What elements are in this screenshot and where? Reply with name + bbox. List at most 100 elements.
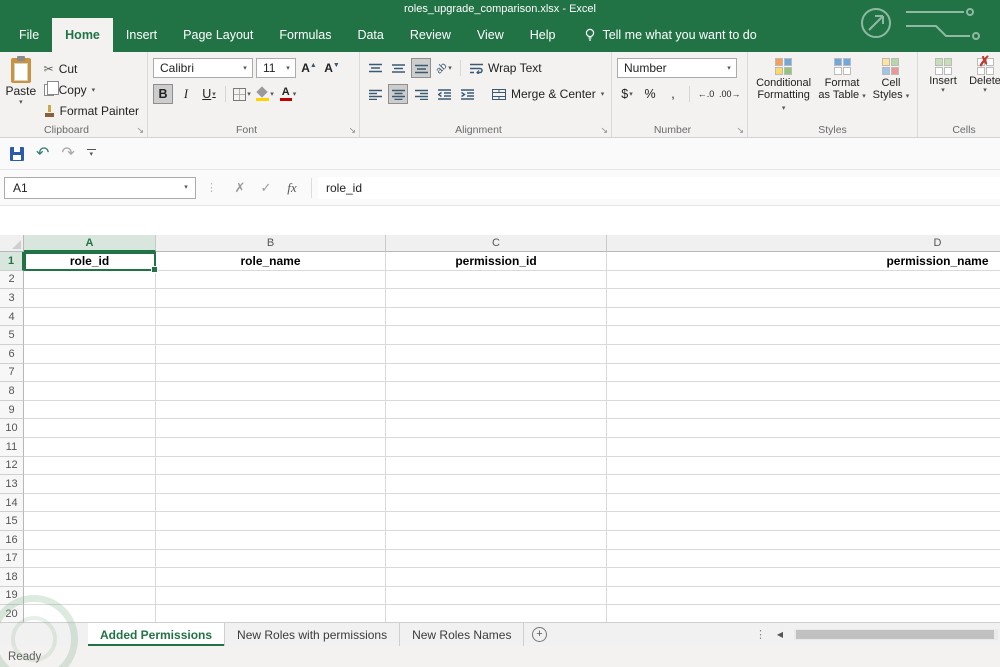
name-box-dropdown-icon[interactable]: ▾ — [177, 184, 195, 191]
cell-a16[interactable] — [24, 530, 156, 550]
row-header-6[interactable]: 6 — [0, 344, 24, 364]
conditional-formatting-button[interactable]: Conditional Formatting ▾ — [753, 55, 814, 122]
cell-a6[interactable] — [24, 344, 156, 364]
row-header-7[interactable]: 7 — [0, 363, 24, 383]
delete-cells-button[interactable]: ✗ Delete ▾ — [965, 54, 1000, 122]
cell-b11[interactable] — [156, 437, 386, 457]
name-box[interactable]: A1 ▾ — [4, 176, 196, 199]
cell-b7[interactable] — [156, 363, 386, 383]
cell-d1[interactable]: permission_name — [607, 252, 1000, 271]
row-header-19[interactable]: 19 — [0, 586, 24, 606]
formula-bar-drag-handle[interactable]: ⋮ — [206, 181, 217, 194]
ribbon-tab-view[interactable]: View — [464, 18, 517, 52]
accounting-format-button[interactable]: $ ▾ — [617, 84, 637, 104]
format-as-table-button[interactable]: Format as Table ▾ — [816, 55, 868, 122]
cell-d3[interactable] — [607, 289, 1000, 308]
ribbon-tab-formulas[interactable]: Formulas — [266, 18, 344, 52]
format-painter-button[interactable]: Format Painter — [41, 101, 142, 121]
row-header-16[interactable]: 16 — [0, 530, 24, 550]
cell-b16[interactable] — [156, 530, 386, 550]
cell-c20[interactable] — [386, 605, 607, 622]
cell-c13[interactable] — [386, 475, 607, 494]
cell-d13[interactable] — [607, 475, 1000, 494]
cell-a18[interactable] — [24, 568, 156, 587]
tell-me-box[interactable]: Tell me what you want to do — [584, 18, 757, 52]
font-dialog-launcher[interactable]: ↘ — [348, 126, 356, 135]
scrollbar-drag-handle[interactable]: ⋮ — [755, 628, 766, 641]
cell-c7[interactable] — [386, 363, 607, 383]
decrease-indent-button[interactable] — [434, 84, 454, 104]
cell-a2[interactable] — [24, 270, 156, 290]
cell-a19[interactable] — [24, 586, 156, 606]
align-left-button[interactable] — [365, 84, 385, 104]
horizontal-scrollbar[interactable] — [794, 629, 998, 640]
cell-a3[interactable] — [24, 289, 156, 308]
cell-a10[interactable] — [24, 419, 156, 438]
cell-b6[interactable] — [156, 344, 386, 364]
column-header-c[interactable]: C — [386, 235, 607, 252]
cell-c15[interactable] — [386, 512, 607, 531]
cell-b5[interactable] — [156, 326, 386, 345]
cell-b18[interactable] — [156, 568, 386, 587]
horizontal-scrollbar-thumb[interactable] — [796, 630, 994, 639]
cell-b9[interactable] — [156, 400, 386, 420]
ribbon-tab-page-layout[interactable]: Page Layout — [170, 18, 266, 52]
decrease-font-size-button[interactable]: A▼ — [322, 58, 342, 78]
sheet-tab-new-roles-names[interactable]: New Roles Names — [400, 623, 525, 646]
row-header-8[interactable]: 8 — [0, 382, 24, 401]
row-header-13[interactable]: 13 — [0, 475, 24, 494]
increase-indent-button[interactable] — [457, 84, 477, 104]
formula-input[interactable]: role_id — [318, 176, 1000, 199]
insert-function-button[interactable]: fx — [279, 180, 305, 196]
row-header-1[interactable]: 1 — [0, 252, 24, 271]
row-header-11[interactable]: 11 — [0, 437, 24, 457]
row-header-12[interactable]: 12 — [0, 456, 24, 476]
cell-b19[interactable] — [156, 586, 386, 606]
cell-a17[interactable] — [24, 549, 156, 569]
cell-c17[interactable] — [386, 549, 607, 569]
merge-center-button[interactable]: Merge & Center ▾ — [489, 84, 607, 104]
row-header-3[interactable]: 3 — [0, 289, 24, 308]
font-color-button[interactable]: A ▾ — [278, 84, 298, 104]
underline-button[interactable]: U ▾ — [199, 84, 219, 104]
cell-b3[interactable] — [156, 289, 386, 308]
row-header-14[interactable]: 14 — [0, 493, 24, 513]
borders-button[interactable]: ▾ — [232, 84, 252, 104]
cell-b14[interactable] — [156, 493, 386, 513]
bold-button[interactable]: B — [153, 84, 173, 104]
row-header-9[interactable]: 9 — [0, 400, 24, 420]
cell-a1[interactable]: role_id — [24, 252, 156, 271]
font-name-combo[interactable]: Calibri ▾ — [153, 58, 253, 78]
cell-c4[interactable] — [386, 307, 607, 327]
column-header-b[interactable]: B — [156, 235, 386, 252]
save-button[interactable] — [10, 146, 24, 161]
align-right-button[interactable] — [411, 84, 431, 104]
scroll-left-button[interactable]: ◀ — [772, 630, 788, 639]
cell-c16[interactable] — [386, 530, 607, 550]
column-header-a[interactable]: A — [24, 235, 156, 252]
row-header-4[interactable]: 4 — [0, 307, 24, 327]
cancel-button[interactable]: ✗ — [227, 180, 253, 196]
cell-d10[interactable] — [607, 419, 1000, 438]
cell-d8[interactable] — [607, 382, 1000, 401]
comma-style-button[interactable]: , — [663, 84, 683, 104]
customize-quick-access-button[interactable]: ▾ — [86, 149, 96, 158]
clipboard-dialog-launcher[interactable]: ↘ — [136, 126, 144, 135]
row-header-20[interactable]: 20 — [0, 605, 24, 622]
decrease-decimal-button[interactable]: .00→ — [719, 84, 741, 104]
cell-c8[interactable] — [386, 382, 607, 401]
cell-d17[interactable] — [607, 550, 1000, 569]
ribbon-tab-review[interactable]: Review — [397, 18, 464, 52]
sheet-tab-added-permissions[interactable]: Added Permissions — [88, 623, 226, 646]
cell-b4[interactable] — [156, 307, 386, 327]
cell-d14[interactable] — [607, 494, 1000, 513]
cell-c11[interactable] — [386, 437, 607, 457]
redo-button[interactable]: ↷ — [61, 145, 74, 162]
cell-b20[interactable] — [156, 605, 386, 622]
cell-a13[interactable] — [24, 475, 156, 494]
italic-button[interactable]: I — [176, 84, 196, 104]
align-center-button[interactable] — [388, 84, 408, 104]
cell-c5[interactable] — [386, 326, 607, 345]
row-header-18[interactable]: 18 — [0, 568, 24, 587]
cell-c9[interactable] — [386, 400, 607, 420]
